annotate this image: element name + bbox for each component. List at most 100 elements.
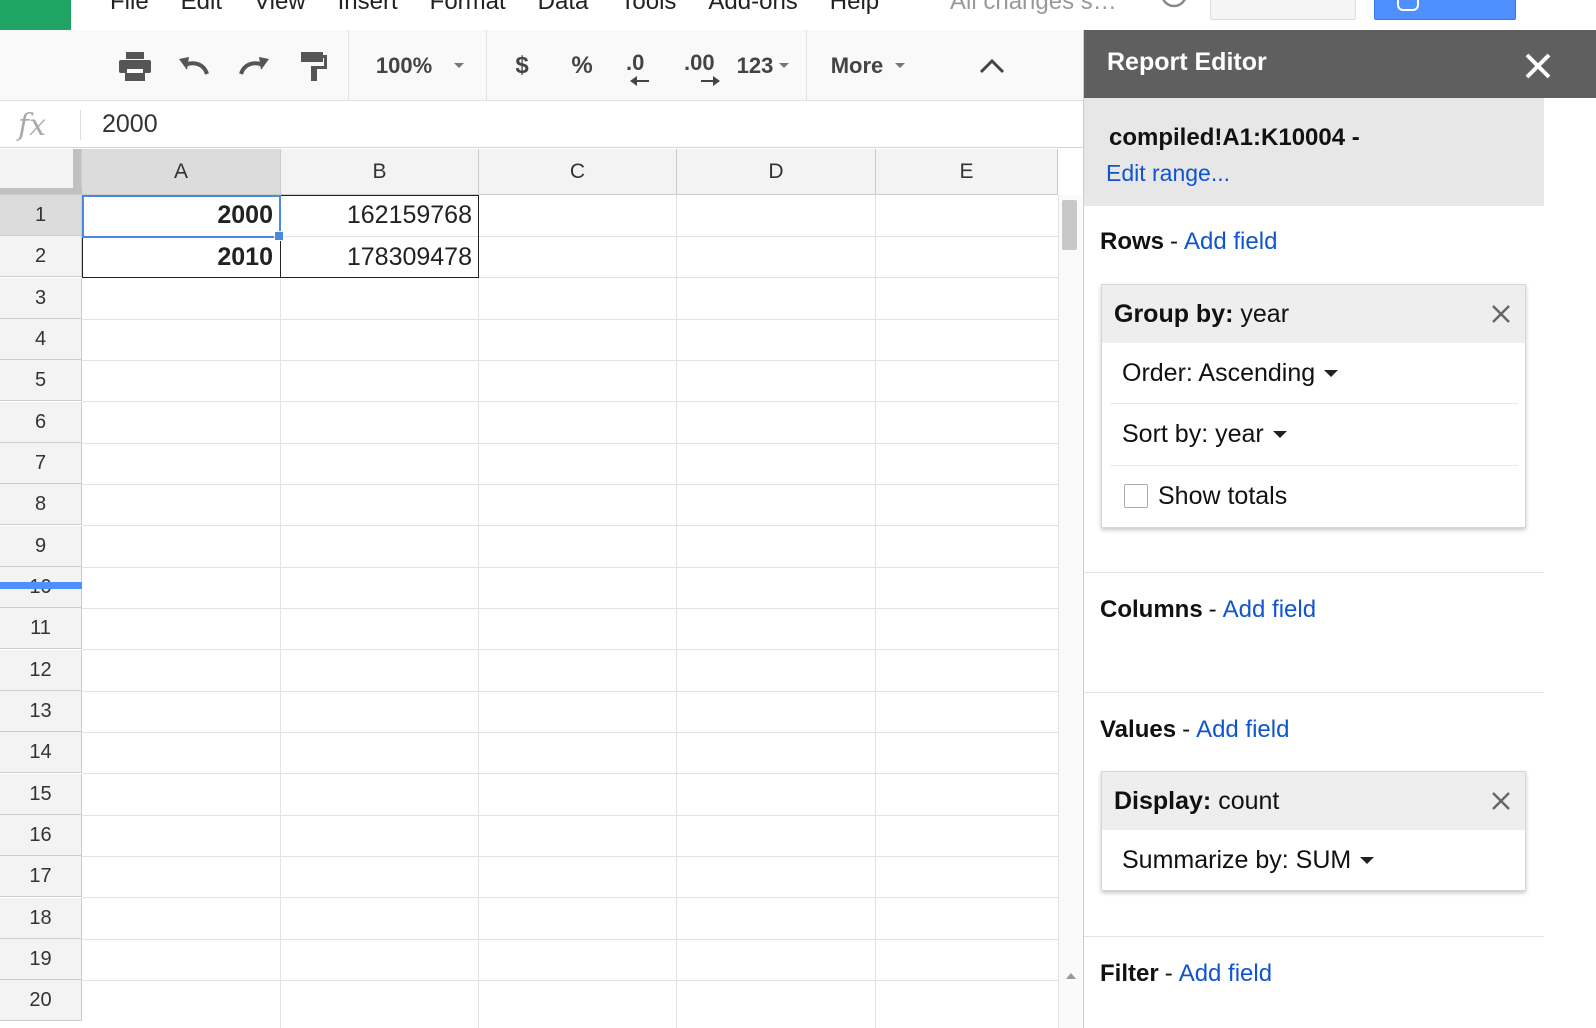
fill-handle[interactable] bbox=[274, 231, 284, 241]
decrease-decimal-button[interactable]: .0 bbox=[616, 30, 660, 101]
paint-format-icon bbox=[301, 51, 327, 81]
column-header-e[interactable]: E bbox=[876, 149, 1058, 195]
menu-tools[interactable]: Tools bbox=[620, 0, 676, 16]
more-label: More bbox=[830, 52, 884, 78]
display-key: Display: bbox=[1114, 787, 1212, 815]
menu-edit[interactable]: Edit bbox=[181, 0, 222, 16]
row-header-9[interactable]: 9 bbox=[0, 526, 82, 567]
scroll-up-arrow-icon[interactable] bbox=[1066, 973, 1076, 979]
group-by-value: year bbox=[1240, 300, 1290, 328]
remove-group-close-icon[interactable] bbox=[1490, 303, 1512, 325]
row-header-14[interactable]: 14 bbox=[0, 732, 82, 773]
save-status[interactable]: All changes s… bbox=[950, 0, 1117, 16]
display-label: Display: count bbox=[1114, 787, 1279, 816]
values-dash: - bbox=[1182, 716, 1191, 743]
increase-decimal-button[interactable]: .00 bbox=[672, 30, 728, 101]
column-header-d[interactable]: D bbox=[677, 149, 876, 195]
menu-items: File Edit View Insert Format Data Tools … bbox=[110, 0, 911, 16]
row-header-5[interactable]: 5 bbox=[0, 360, 82, 401]
row-header-6[interactable]: 6 bbox=[0, 402, 82, 443]
row-header-17[interactable]: 17 bbox=[0, 856, 82, 897]
summarize-by-label: Summarize by: SUM bbox=[1122, 845, 1352, 874]
history-icon[interactable] bbox=[1158, 0, 1188, 12]
row-header-20[interactable]: 20 bbox=[0, 980, 82, 1021]
report-editor-panel: Report Editor compiled!A1:K10004 - Edit … bbox=[1083, 30, 1596, 1028]
column-header-a[interactable]: A bbox=[82, 149, 281, 195]
fx-icon: fx bbox=[18, 108, 47, 143]
sort-by-dropdown[interactable]: Sort by: year bbox=[1122, 418, 1287, 450]
menu-view[interactable]: View bbox=[254, 0, 306, 16]
paint-format-button[interactable] bbox=[290, 30, 338, 101]
column-header-b[interactable]: B bbox=[281, 149, 479, 195]
row-header-12[interactable]: 12 bbox=[0, 650, 82, 691]
cell-b2[interactable]: 178309478 bbox=[281, 237, 479, 278]
toolbar-divider bbox=[486, 30, 487, 101]
menu-help[interactable]: Help bbox=[830, 0, 879, 16]
edit-range-link[interactable]: Edit range... bbox=[1106, 160, 1230, 187]
frozen-rows-indicator[interactable] bbox=[0, 582, 82, 589]
section-divider bbox=[1084, 572, 1544, 573]
row-header-1[interactable]: 1 bbox=[0, 195, 82, 236]
gridline bbox=[82, 773, 1058, 774]
undo-button[interactable] bbox=[170, 30, 218, 101]
close-icon[interactable] bbox=[1522, 50, 1554, 82]
row-header-4[interactable]: 4 bbox=[0, 319, 82, 360]
row-header-8[interactable]: 8 bbox=[0, 484, 82, 525]
more-caret-icon bbox=[895, 63, 906, 68]
chevron-up-icon bbox=[979, 58, 1005, 73]
freeze-row-handle[interactable] bbox=[0, 188, 82, 194]
toolbar-divider bbox=[806, 30, 807, 101]
comments-button[interactable] bbox=[1210, 0, 1356, 20]
order-caret-icon bbox=[1324, 369, 1339, 377]
row-header-3[interactable]: 3 bbox=[0, 278, 82, 319]
row-header-16[interactable]: 16 bbox=[0, 815, 82, 856]
menu-format[interactable]: Format bbox=[430, 0, 506, 16]
row-header-7[interactable]: 7 bbox=[0, 443, 82, 484]
column-header-c[interactable]: C bbox=[479, 149, 677, 195]
freeze-column-handle[interactable] bbox=[73, 149, 81, 189]
print-button[interactable] bbox=[110, 30, 160, 101]
summarize-by-dropdown[interactable]: Summarize by: SUM bbox=[1122, 844, 1375, 876]
sheets-logo[interactable] bbox=[0, 0, 71, 30]
rows-add-field-link[interactable]: Add field bbox=[1184, 228, 1277, 255]
cell-a2[interactable]: 2010 bbox=[82, 237, 280, 278]
gridline bbox=[82, 360, 1058, 361]
values-add-field-link[interactable]: Add field bbox=[1196, 716, 1289, 743]
scrollbar-thumb[interactable] bbox=[1062, 200, 1077, 250]
order-dropdown[interactable]: Order: Ascending bbox=[1122, 357, 1339, 389]
row-header-13[interactable]: 13 bbox=[0, 691, 82, 732]
menu-file[interactable]: File bbox=[110, 0, 149, 16]
row-header-11[interactable]: 11 bbox=[0, 608, 82, 649]
remove-value-close-icon[interactable] bbox=[1490, 790, 1512, 812]
select-all-corner[interactable] bbox=[0, 149, 82, 195]
display-value: count bbox=[1218, 787, 1280, 815]
share-button[interactable] bbox=[1374, 0, 1516, 20]
more-button[interactable]: More bbox=[820, 30, 916, 101]
card-divider bbox=[1110, 465, 1518, 466]
report-editor-title: Report Editor bbox=[1107, 48, 1267, 76]
currency-format-button[interactable]: $ bbox=[500, 30, 544, 101]
zoom-select[interactable]: 100% bbox=[360, 30, 480, 101]
row-header-2[interactable]: 2 bbox=[0, 236, 82, 277]
row-header-18[interactable]: 18 bbox=[0, 898, 82, 939]
row-header-19[interactable]: 19 bbox=[0, 939, 82, 980]
gridline bbox=[82, 484, 1058, 485]
menu-add-ons[interactable]: Add-ons bbox=[708, 0, 797, 16]
redo-button[interactable] bbox=[230, 30, 278, 101]
grid-vertical-scrollbar[interactable] bbox=[1058, 195, 1082, 1028]
number-format-select[interactable]: 123 bbox=[730, 30, 796, 101]
row-header-15[interactable]: 15 bbox=[0, 774, 82, 815]
menu-insert[interactable]: Insert bbox=[338, 0, 398, 16]
collapse-toolbar-button[interactable] bbox=[970, 30, 1014, 101]
columns-add-field-link[interactable]: Add field bbox=[1223, 596, 1316, 623]
cell-selection bbox=[82, 195, 281, 238]
show-totals-toggle[interactable]: Show totals bbox=[1122, 480, 1287, 512]
toolbar: 100% $ % .0 .00 123 More bbox=[0, 30, 1083, 101]
percent-format-button[interactable]: % bbox=[560, 30, 604, 101]
show-totals-checkbox[interactable] bbox=[1124, 484, 1148, 508]
menu-data[interactable]: Data bbox=[538, 0, 589, 16]
section-divider bbox=[1084, 936, 1544, 937]
filter-add-field-link[interactable]: Add field bbox=[1179, 960, 1272, 987]
cell-b1[interactable]: 162159768 bbox=[281, 195, 479, 236]
formula-input[interactable]: 2000 bbox=[102, 110, 158, 139]
